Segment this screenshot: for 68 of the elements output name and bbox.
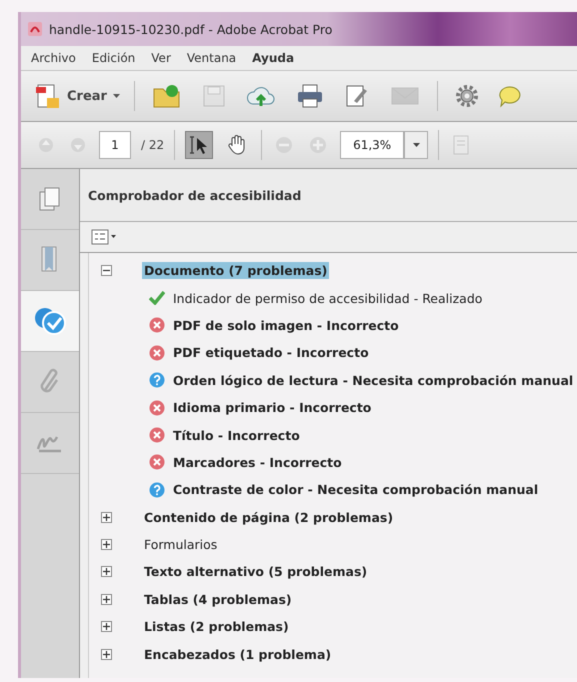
expand-icon <box>103 514 110 521</box>
create-pdf-icon <box>35 82 61 110</box>
save-icon <box>202 84 226 108</box>
accessibility-check-icon <box>32 305 68 337</box>
minus-icon <box>275 136 294 154</box>
tree-item[interactable]: Contenido de página (2 problemas) <box>142 508 396 526</box>
expand-icon <box>103 596 110 603</box>
help-icon <box>149 482 165 498</box>
tree-item[interactable]: Formularios <box>142 536 220 554</box>
zoom-dropdown-button[interactable] <box>404 131 428 159</box>
cloud-upload-icon <box>246 84 276 108</box>
window-title: handle-10915-10230.pdf - Adobe Acrobat Pro <box>49 22 332 36</box>
check-result[interactable]: Idioma primario - Incorrecto <box>171 399 374 416</box>
expand-icon <box>103 623 110 630</box>
tree-expander[interactable] <box>101 512 112 523</box>
expand-icon <box>103 568 110 576</box>
pdf-app-icon <box>27 21 43 37</box>
tree-item[interactable]: Documento (7 problemas) <box>142 262 330 280</box>
list-options-icon <box>91 229 117 245</box>
menu-item[interactable]: Ventana <box>186 51 236 65</box>
error-icon <box>149 400 165 416</box>
error-icon <box>149 344 165 361</box>
fit-page-icon <box>452 134 470 156</box>
check-result[interactable]: Contraste de color - Necesita comprobación manual <box>171 481 540 498</box>
tree-expander[interactable] <box>101 648 112 660</box>
tree-expander[interactable] <box>101 621 112 632</box>
document-pencil-icon <box>344 83 370 109</box>
error-icon <box>149 427 165 444</box>
tree-item[interactable]: Encabezados (1 problema) <box>142 646 334 663</box>
check-result[interactable]: Indicador de permiso de accesibilidad - Realizado <box>171 290 484 307</box>
check-result[interactable]: PDF de solo imagen - Incorrecto <box>171 316 401 334</box>
help-icon <box>149 372 165 388</box>
error-icon <box>149 317 165 334</box>
caret-icon <box>112 94 120 98</box>
tree-item[interactable]: Texto alternativo (5 problemas) <box>142 563 370 580</box>
expand-icon <box>103 650 110 658</box>
tree-expander[interactable] <box>101 594 112 605</box>
panel-title: Comprobador de accesibilidad <box>88 188 302 202</box>
tree-expander[interactable] <box>101 566 112 578</box>
tree-item[interactable]: Listas (2 problemas) <box>142 618 291 636</box>
speech-bubble-icon <box>498 84 521 108</box>
menu-item[interactable]: Ayuda <box>252 51 294 65</box>
tree-expander[interactable] <box>101 265 112 276</box>
envelope-icon <box>390 85 420 107</box>
page-count: / 22 <box>141 138 164 152</box>
check-result[interactable]: PDF etiquetado - Incorrecto <box>171 344 371 362</box>
tree-item[interactable]: Tablas (4 problemas) <box>142 590 294 608</box>
pages-icon <box>38 186 62 212</box>
menu-item[interactable]: Edición <box>92 51 136 65</box>
menu-item[interactable]: Archivo <box>31 51 76 65</box>
zoom-field[interactable]: 61,3% <box>340 131 404 159</box>
printer-icon <box>296 83 324 109</box>
check-result[interactable]: Orden lógico de lectura - Necesita comprobación manual <box>171 372 576 389</box>
check-result[interactable]: Marcadores - Incorrecto <box>171 454 344 471</box>
caret-icon <box>412 143 420 147</box>
sidebar-tab[interactable] <box>21 291 79 352</box>
create-button[interactable]: Crear <box>35 82 120 110</box>
checkmark-icon <box>149 291 165 306</box>
page-number-field[interactable]: 1 <box>99 131 131 159</box>
select-tool-button[interactable] <box>185 131 214 159</box>
error-icon <box>149 454 165 470</box>
folder-icon <box>152 83 182 109</box>
check-result[interactable]: Título - Incorrecto <box>171 426 302 444</box>
settings-icon <box>454 84 479 108</box>
tree-expander[interactable] <box>101 539 112 550</box>
plus-icon <box>309 136 328 154</box>
expand-icon <box>103 541 110 548</box>
menu-item[interactable]: Ver <box>151 51 171 65</box>
